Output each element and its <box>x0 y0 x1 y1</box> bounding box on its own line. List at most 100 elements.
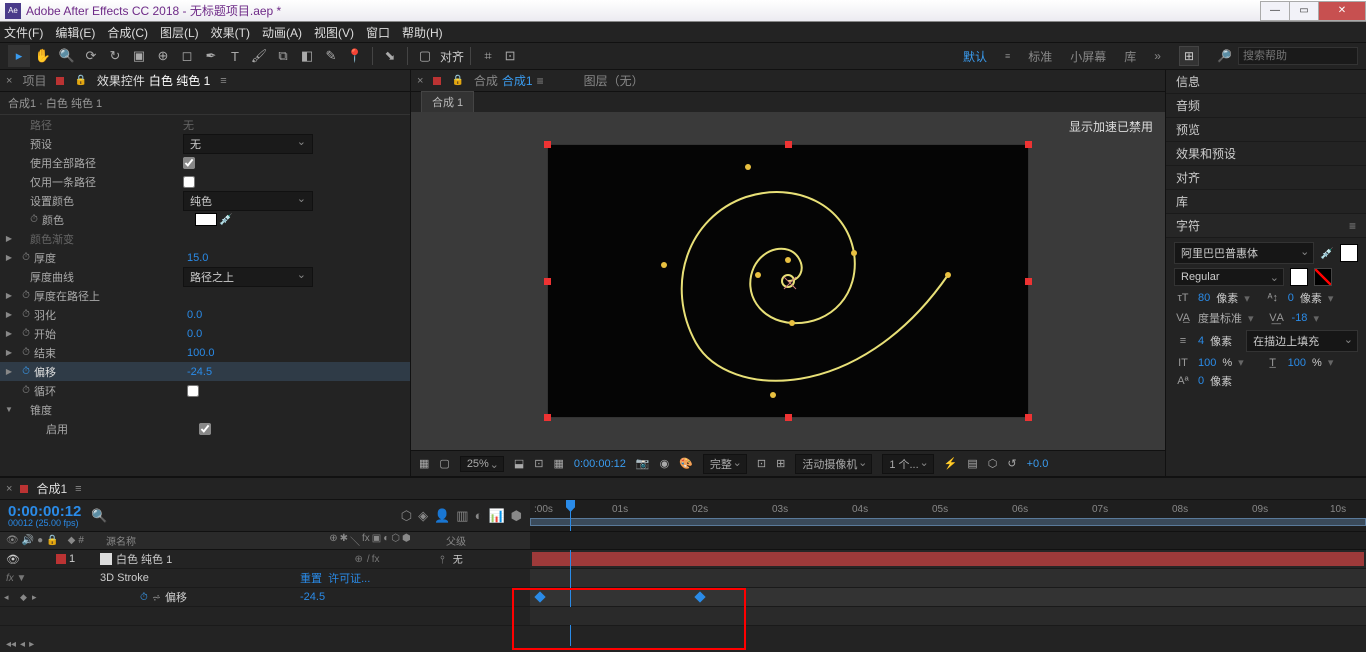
preset-dropdown[interactable]: 无 <box>183 134 313 154</box>
expression-icon[interactable]: ⩫ <box>152 591 161 604</box>
exposure-value[interactable]: +0.0 <box>1027 458 1049 470</box>
tab-layer-none[interactable]: 图层（无） <box>584 72 644 89</box>
tab-composition[interactable]: 合成 合成1 ≡ <box>474 72 544 89</box>
zoom-dropdown[interactable]: 25% <box>460 456 504 472</box>
time-ruler[interactable]: :00s 01s 02s 03s 04s 05s 06s 07s 08s 09s… <box>530 500 1366 531</box>
kf-nav-prev-icon[interactable]: ◂ <box>0 592 20 603</box>
tab-effect-controls[interactable]: 效果控件 白色 纯色 1 <box>97 72 210 89</box>
comp-mini-flowchart-icon[interactable]: ⬡ <box>401 508 412 524</box>
search-help-input[interactable] <box>1238 47 1358 65</box>
comp-canvas[interactable] <box>548 145 1028 417</box>
baseline-value[interactable]: 0 <box>1198 375 1204 387</box>
views-dropdown[interactable]: 1 个... <box>882 454 933 474</box>
eye-toggle[interactable]: 👁 <box>6 553 20 566</box>
one-path-checkbox[interactable] <box>183 176 195 188</box>
panel-character[interactable]: 字符≡ <box>1166 214 1366 238</box>
parent-dropdown[interactable]: 无 <box>449 555 477 566</box>
lock-icon[interactable]: 🔒 <box>74 75 86 86</box>
eyedropper-icon[interactable]: 💉 <box>217 213 235 226</box>
panel-effects-presets[interactable]: 效果和预设 <box>1166 142 1366 166</box>
snap-label[interactable]: 对齐 <box>440 48 464 65</box>
menu-animation[interactable]: 动画(A) <box>262 24 302 41</box>
color-swatch[interactable] <box>195 213 217 226</box>
feather-value[interactable]: 0.0 <box>187 309 202 321</box>
grid-guides-icon[interactable]: ⊞ <box>776 457 785 470</box>
kerning-value[interactable]: 度量标准 <box>1198 310 1242 326</box>
font-style-dropdown[interactable]: Regular <box>1174 268 1284 286</box>
stopwatch-icon[interactable]: ⏱ <box>20 252 32 263</box>
twirl-icon[interactable]: ▶ <box>4 367 14 376</box>
hscale-value[interactable]: 100 <box>1288 357 1306 369</box>
grid-icon[interactable]: ▦ <box>553 457 563 470</box>
orbit-tool-icon[interactable]: ⟳ <box>80 45 102 67</box>
selection-tool-icon[interactable]: ▸ <box>8 45 30 67</box>
stopwatch-active-icon[interactable]: ⏱ <box>20 366 32 377</box>
color-mgmt-icon[interactable]: 🎨 <box>679 457 693 470</box>
tab-project[interactable]: 项目 <box>22 72 46 89</box>
twirl-icon[interactable]: ▶ <box>4 253 14 262</box>
close-button[interactable]: ✕ <box>1318 1 1366 21</box>
kf-diamond-icon[interactable]: ◆ <box>20 592 32 603</box>
timeline-icon[interactable]: ▤ <box>967 457 977 470</box>
panbehind-tool-icon[interactable]: ⊕ <box>152 45 174 67</box>
comp-subtab[interactable]: 合成 1 <box>421 91 474 113</box>
kf-nav-next-icon[interactable]: ▸ <box>32 592 100 603</box>
stroke-width-value[interactable]: 4 <box>1198 335 1204 347</box>
reset-exposure-icon[interactable]: ↺ <box>1007 457 1016 470</box>
frame-blend-icon[interactable]: ▥ <box>456 508 468 524</box>
workspace-small[interactable]: 小屏幕 <box>1070 48 1106 65</box>
twirl-icon[interactable]: ▶ <box>4 348 14 357</box>
layer-label-color[interactable] <box>56 554 66 564</box>
twirl-open-icon[interactable]: ▼ <box>4 405 14 414</box>
brush-tool-icon[interactable]: 🖌 <box>248 45 270 67</box>
shy-icon[interactable]: 👤 <box>434 508 450 524</box>
workspace-lib[interactable]: 库 <box>1124 48 1136 65</box>
menu-help[interactable]: 帮助(H) <box>402 24 443 41</box>
col-source-name[interactable]: 源名称 <box>100 533 300 548</box>
panel-preview[interactable]: 预览 <box>1166 118 1366 142</box>
snap2-icon[interactable]: ⊡ <box>499 45 521 67</box>
tl-nav-first-icon[interactable]: ◂◂ <box>6 639 16 650</box>
stopwatch-icon[interactable]: ⏱ <box>20 385 32 396</box>
panel-audio[interactable]: 音频 <box>1166 94 1366 118</box>
font-family-dropdown[interactable]: 阿里巴巴普惠体 <box>1174 242 1314 264</box>
timecode-display[interactable]: 0:00:00:12 <box>574 458 626 470</box>
minimize-button[interactable]: — <box>1260 1 1290 21</box>
menu-effect[interactable]: 效果(T) <box>211 24 250 41</box>
layer-name[interactable]: 白色 纯色 1 <box>116 551 172 567</box>
effect-license[interactable]: 许可证... <box>328 573 370 585</box>
enable-checkbox[interactable] <box>199 423 211 435</box>
use-all-paths-checkbox[interactable] <box>183 157 195 169</box>
snapshot-icon[interactable]: 📷 <box>636 457 650 470</box>
rotate-tool-icon[interactable]: ↻ <box>104 45 126 67</box>
panel-align[interactable]: 对齐 <box>1166 166 1366 190</box>
pen-tool-icon[interactable]: ✒ <box>200 45 222 67</box>
eyedropper-icon[interactable]: 💉 <box>1320 247 1334 260</box>
stroke-mode-dropdown[interactable]: 在描边上填充 <box>1246 330 1358 352</box>
snap-icon[interactable]: ⌗ <box>477 45 499 67</box>
camera-tool-icon[interactable]: ▣ <box>128 45 150 67</box>
fill-color-swatch[interactable] <box>1340 244 1358 262</box>
close-panel-icon[interactable]: × <box>6 75 12 87</box>
start-value[interactable]: 0.0 <box>187 328 202 340</box>
menu-edit[interactable]: 编辑(E) <box>55 24 95 41</box>
hand-tool-icon[interactable]: ✋ <box>32 45 54 67</box>
stopwatch-active-icon[interactable]: ⏱ <box>140 592 148 603</box>
panel-menu-icon[interactable]: ≡ <box>220 75 226 87</box>
stopwatch-icon[interactable]: ⏱ <box>20 309 32 320</box>
flowchart-icon[interactable]: ⬡ <box>988 457 998 470</box>
clone-tool-icon[interactable]: ⧉ <box>272 45 294 67</box>
stopwatch-icon[interactable]: ⏱ <box>20 328 32 339</box>
work-area-bar[interactable] <box>530 518 1366 526</box>
panel-menu-icon[interactable]: ≡ <box>75 483 81 495</box>
puppet-tool-icon[interactable]: 📍 <box>344 45 366 67</box>
zoom-tool-icon[interactable]: 🔍 <box>56 45 78 67</box>
toolbar-grid-icon[interactable]: ⊞ <box>1179 46 1199 66</box>
safe-zones-icon[interactable]: ⊡ <box>534 457 543 470</box>
panel-library[interactable]: 库 <box>1166 190 1366 214</box>
twirl-icon[interactable]: ▶ <box>4 291 14 300</box>
type-tool-icon[interactable]: T <box>224 45 246 67</box>
eraser-tool-icon[interactable]: ◧ <box>296 45 318 67</box>
layer-duration-bar[interactable] <box>532 552 1364 566</box>
toggle-transparency-icon[interactable]: ▢ <box>439 457 449 470</box>
